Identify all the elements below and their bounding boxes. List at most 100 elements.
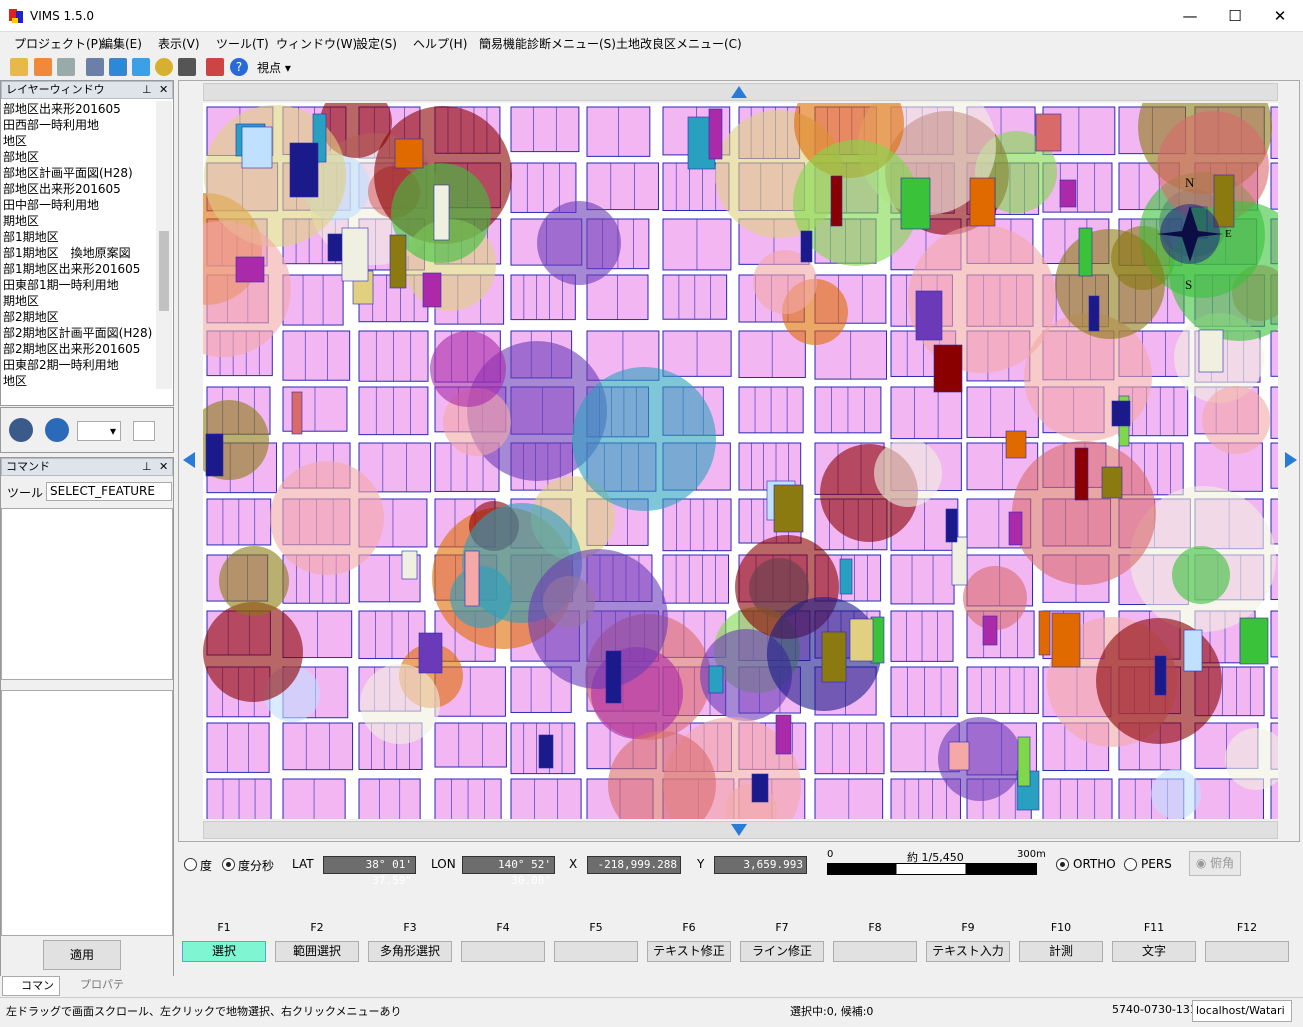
layer-item[interactable]: 田東部2期一時利用地 — [3, 357, 155, 373]
feature-block[interactable] — [1239, 617, 1269, 665]
feature-block[interactable] — [1059, 179, 1077, 208]
feature-block[interactable] — [1074, 447, 1089, 501]
feature-block[interactable] — [839, 558, 853, 595]
layer-item[interactable]: 部1期地区 換地原案図 — [3, 245, 155, 261]
parcel[interactable] — [1270, 610, 1278, 658]
feature-block[interactable] — [830, 175, 843, 227]
parcel[interactable] — [586, 162, 659, 211]
feature-block[interactable] — [708, 108, 723, 160]
layer-item[interactable]: 部2期地区 — [3, 309, 155, 325]
feature-block[interactable] — [800, 230, 813, 263]
fn-button-f12[interactable] — [1205, 941, 1289, 962]
pin-icon[interactable]: ⊥ — [142, 82, 152, 98]
feature-block[interactable] — [394, 138, 424, 169]
feature-block[interactable] — [1035, 113, 1062, 152]
tools-icon[interactable] — [206, 58, 224, 76]
feature-circle[interactable] — [528, 549, 668, 689]
pause-icon[interactable] — [9, 418, 33, 442]
table-icon[interactable] — [133, 421, 155, 441]
layer-item[interactable]: 田東部1期一時利用地 — [3, 277, 155, 293]
dms-radio[interactable] — [222, 858, 235, 871]
feature-block[interactable] — [464, 550, 480, 607]
apply-button[interactable]: 適用 — [43, 940, 121, 970]
feature-block[interactable] — [708, 665, 724, 694]
pers-radio[interactable] — [1124, 858, 1137, 871]
parcel[interactable] — [434, 722, 507, 768]
feature-block[interactable] — [1005, 430, 1027, 459]
tool-field[interactable]: SELECT_FEATURE — [46, 482, 172, 501]
minimize-button[interactable]: — — [1167, 0, 1213, 32]
globe-icon[interactable] — [155, 58, 173, 76]
layer-dropdown[interactable]: ▾ — [77, 421, 121, 441]
globe-icon[interactable] — [45, 418, 69, 442]
feature-block[interactable] — [389, 234, 407, 289]
swap-icon[interactable] — [34, 58, 52, 76]
menu-view[interactable]: 表示(V) — [158, 35, 200, 52]
fn-button-f1[interactable]: 選択 — [182, 941, 266, 962]
feature-block[interactable] — [948, 741, 970, 771]
feature-block[interactable] — [1008, 511, 1023, 546]
feature-circle[interactable] — [874, 439, 942, 507]
feature-block[interactable] — [969, 177, 996, 227]
parcel[interactable] — [282, 722, 354, 771]
feature-block[interactable] — [751, 773, 769, 803]
feature-block[interactable] — [951, 536, 968, 586]
feature-block[interactable] — [1038, 610, 1051, 656]
feature-block[interactable] — [341, 227, 369, 282]
home-icon[interactable] — [86, 58, 104, 76]
fn-button-f5[interactable] — [554, 941, 638, 962]
layer-item[interactable]: 田西部一時利用地 — [3, 117, 155, 133]
feature-circle[interactable] — [219, 546, 289, 616]
menu-edit[interactable]: 編集(E) — [101, 35, 142, 52]
layer-icon[interactable] — [109, 58, 127, 76]
close-icon[interactable]: ✕ — [159, 459, 168, 475]
feature-block[interactable] — [422, 272, 442, 308]
menu-settings[interactable]: 設定(S) — [356, 35, 397, 52]
fn-button-f11[interactable]: 文字 — [1112, 941, 1196, 962]
feature-circle[interactable] — [430, 331, 506, 407]
feature-block[interactable] — [235, 256, 265, 283]
menu-help[interactable]: ヘルプ(H) — [413, 35, 467, 52]
print-icon[interactable] — [57, 58, 75, 76]
fn-button-f3[interactable]: 多角形選択 — [368, 941, 452, 962]
scroll-left-arrow-icon[interactable] — [182, 451, 196, 469]
layer-item[interactable]: 地区 — [3, 133, 155, 149]
fn-button-f10[interactable]: 計測 — [1019, 941, 1103, 962]
feature-circle[interactable] — [537, 201, 621, 285]
layer-item[interactable]: 部2期地区計画平面図(H28) — [3, 325, 155, 341]
layer-item[interactable]: 田中部一時利用地 — [3, 197, 155, 213]
feature-block[interactable] — [933, 344, 963, 393]
feature-block[interactable] — [205, 433, 224, 477]
close-icon[interactable]: ✕ — [159, 82, 168, 98]
feature-circle[interactable] — [572, 367, 716, 511]
viewpoint-dropdown[interactable]: 視点 ▾ — [257, 59, 291, 76]
feature-circle[interactable] — [450, 566, 512, 628]
fn-button-f4[interactable] — [461, 941, 545, 962]
feature-block[interactable] — [915, 290, 943, 341]
parcel[interactable] — [510, 106, 580, 153]
gem-icon[interactable] — [132, 58, 150, 76]
layer-item[interactable]: 部地区計画平面図(H28) — [3, 165, 155, 181]
binoculars-icon[interactable] — [178, 58, 196, 76]
feature-block[interactable] — [1051, 612, 1081, 668]
close-button[interactable]: ✕ — [1257, 0, 1303, 32]
pin-icon[interactable]: ⊥ — [142, 459, 152, 475]
feature-block[interactable] — [605, 650, 622, 704]
feature-block[interactable] — [821, 631, 847, 683]
menu-diagnosis[interactable]: 簡易機能診断メニュー(S) — [479, 35, 616, 52]
feature-block[interactable] — [1078, 227, 1093, 277]
open-folder-icon[interactable] — [10, 58, 28, 76]
feature-circle[interactable] — [270, 461, 384, 575]
feature-circle[interactable] — [203, 602, 303, 702]
parcel[interactable] — [662, 554, 730, 604]
feature-block[interactable] — [945, 508, 958, 543]
feature-block[interactable] — [1088, 295, 1100, 332]
parcel[interactable] — [282, 330, 351, 381]
layer-item[interactable]: 部1期地区出来形201605 — [3, 261, 155, 277]
feature-block[interactable] — [1017, 736, 1031, 787]
menu-project[interactable]: プロジェクト(P) — [14, 35, 103, 52]
layer-item[interactable]: 部地区 — [3, 149, 155, 165]
feature-block[interactable] — [327, 233, 345, 262]
ortho-radio[interactable] — [1056, 858, 1069, 871]
feature-block[interactable] — [1213, 174, 1235, 228]
